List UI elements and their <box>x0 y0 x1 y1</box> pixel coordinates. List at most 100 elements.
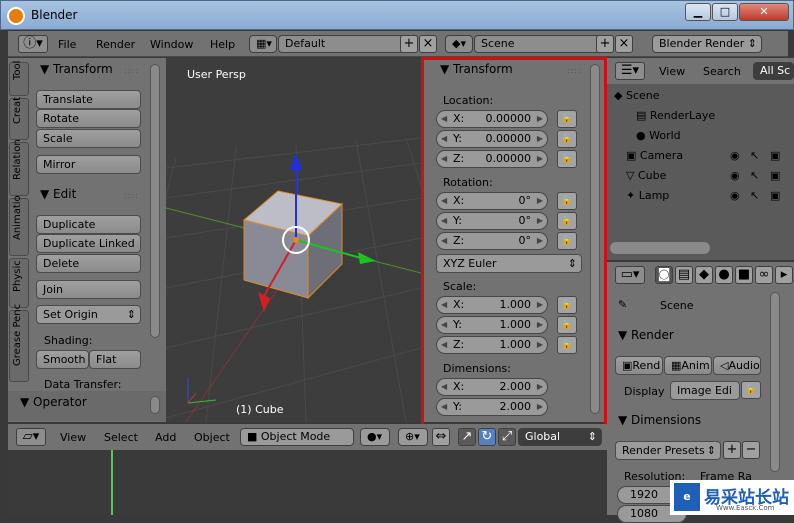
world-tab-icon[interactable]: ● <box>715 266 733 284</box>
outliner-item-camera[interactable]: ▣ Camera <box>626 149 683 162</box>
object-mode-label: Object Mode <box>260 430 331 443</box>
scale-button[interactable]: Scale <box>36 129 141 148</box>
outliner-editor-button[interactable]: ☰▾ <box>615 62 645 80</box>
modifier-tab-icon[interactable]: ▸ <box>775 266 793 284</box>
constraints-tab-icon[interactable]: ∞ <box>755 266 773 284</box>
edit-header-label: Edit <box>53 187 77 201</box>
drag-grip-icon[interactable]: :::: <box>124 66 139 75</box>
render-button[interactable]: ▣Rend <box>615 356 663 375</box>
camera-render-icon[interactable]: ▣ <box>770 149 780 162</box>
operator-panel-header[interactable]: ▼ Operator <box>20 395 87 409</box>
translate-button[interactable]: Translate <box>36 90 141 109</box>
preset-remove-button[interactable]: − <box>742 441 760 459</box>
layout-add-button[interactable]: + <box>400 35 418 53</box>
rotate-button[interactable]: Rotate <box>36 109 141 128</box>
object-tab-icon[interactable]: ■ <box>735 266 753 284</box>
viewport-3d[interactable]: User Persp (1) Cube <box>166 58 421 422</box>
join-button[interactable]: Join <box>36 280 141 299</box>
tab-physics[interactable]: Physic <box>9 258 29 308</box>
delete-button[interactable]: Delete <box>36 254 141 273</box>
orientation-select[interactable]: Global ⇕ <box>518 428 602 446</box>
dimensions-panel-header[interactable]: ▼ Dimensions <box>618 413 701 427</box>
layout-remove-button[interactable]: × <box>419 35 437 53</box>
duplicate-button[interactable]: Duplicate <box>36 215 141 234</box>
edit-panel-header[interactable]: ▼ Edit <box>40 187 76 201</box>
minimize-button[interactable]: ▁ <box>685 3 711 21</box>
duplicate-linked-button[interactable]: Duplicate Linked <box>36 234 141 253</box>
outliner-scrollbar[interactable] <box>610 242 710 254</box>
manipulator-toggle-icon[interactable]: ⇔ <box>432 428 450 446</box>
viewport-label: User Persp <box>187 68 246 81</box>
object-mode-select[interactable]: ■ Object Mode <box>240 428 354 446</box>
close-button[interactable]: ✕ <box>739 3 789 21</box>
render-presets-select[interactable]: Render Presets ⇕ <box>615 441 721 460</box>
tab-animation[interactable]: Animatio <box>9 195 29 256</box>
layout-field[interactable]: Default <box>278 35 406 53</box>
animation-button[interactable]: ▦Anim <box>664 356 712 375</box>
transform-panel-header[interactable]: ▼ Transform <box>40 62 113 76</box>
scene-add-button[interactable]: + <box>596 35 614 53</box>
tab-tool[interactable]: Tool <box>9 61 29 96</box>
outliner-search-menu[interactable]: Search <box>703 65 741 78</box>
operator-scrollbar[interactable] <box>150 396 160 414</box>
outliner-item-scene[interactable]: ◆ Scene <box>614 89 660 102</box>
layout-icon[interactable]: ▦▾ <box>249 35 277 53</box>
properties-scrollbar[interactable] <box>770 292 780 472</box>
menu-render[interactable]: Render <box>96 38 135 51</box>
view3d-select-menu[interactable]: Select <box>104 431 138 444</box>
render-tab-icon[interactable]: ◙ <box>655 266 673 284</box>
flat-button[interactable]: Flat <box>89 350 141 369</box>
cursor-icon[interactable]: ↖ <box>750 189 759 202</box>
scene-icon[interactable]: ◆▾ <box>445 35 473 53</box>
eye-icon[interactable]: ◉ <box>730 169 740 182</box>
outliner-item-cube[interactable]: ▽ Cube <box>626 169 666 182</box>
outliner-view-menu[interactable]: View <box>659 65 685 78</box>
render-engine-select[interactable]: Blender Render ⇕ <box>652 35 762 53</box>
display-select[interactable]: Image Edi <box>670 381 740 400</box>
shading-mode-select[interactable]: ●▾ <box>360 428 390 446</box>
cursor-icon[interactable]: ↖ <box>750 169 759 182</box>
rotate-manipulator-icon[interactable]: ↻ <box>478 428 496 446</box>
outliner-item-world[interactable]: ● World <box>636 129 681 142</box>
view3d-editor-button[interactable]: ▱▾ <box>16 428 46 446</box>
camera-render-icon[interactable]: ▣ <box>770 169 780 182</box>
lock-icon[interactable]: 🔓 <box>741 381 761 399</box>
current-frame-marker[interactable] <box>111 450 113 515</box>
translate-manipulator-icon[interactable]: ↗ <box>458 428 476 446</box>
pin-icon[interactable]: ✎ <box>618 298 627 311</box>
properties-editor-button[interactable]: ▭▾ <box>615 266 645 284</box>
menu-file[interactable]: File <box>58 38 76 51</box>
camera-render-icon[interactable]: ▣ <box>770 189 780 202</box>
view3d-add-menu[interactable]: Add <box>155 431 176 444</box>
maximize-button[interactable]: □ <box>712 3 738 21</box>
tab-grease-pencil[interactable]: Grease Penc <box>9 304 29 382</box>
scene-tab-icon[interactable]: ◆ <box>695 266 713 284</box>
tab-create[interactable]: Creat <box>9 97 29 140</box>
menu-window[interactable]: Window <box>150 38 193 51</box>
layers-tab-icon[interactable]: ▤ <box>675 266 693 284</box>
eye-icon[interactable]: ◉ <box>730 149 740 162</box>
tab-relations[interactable]: Relation <box>9 139 29 196</box>
render-panel-header[interactable]: ▼ Render <box>618 328 674 342</box>
cursor-icon[interactable]: ↖ <box>750 149 759 162</box>
timeline[interactable] <box>8 450 607 515</box>
eye-icon[interactable]: ◉ <box>730 189 740 202</box>
outliner-item-lamp[interactable]: ✦ Lamp <box>626 189 669 202</box>
outliner-item-renderlayer[interactable]: ▤ RenderLaye <box>636 109 715 122</box>
menu-help[interactable]: Help <box>210 38 235 51</box>
scene-field[interactable]: Scene <box>474 35 602 53</box>
audio-button[interactable]: ◁Audio <box>713 356 761 375</box>
preset-add-button[interactable]: + <box>723 441 741 459</box>
outliner-display-select[interactable]: All Sc <box>753 62 794 80</box>
info-editor-button[interactable]: ⓘ▾ <box>18 35 48 53</box>
view3d-view-menu[interactable]: View <box>60 431 86 444</box>
scale-manipulator-icon[interactable]: ⤢ <box>498 428 516 446</box>
pivot-select[interactable]: ⊕▾ <box>398 428 428 446</box>
view3d-object-menu[interactable]: Object <box>194 431 230 444</box>
set-origin-select[interactable]: Set Origin ⇕ <box>36 305 141 324</box>
smooth-button[interactable]: Smooth <box>36 350 89 369</box>
drag-grip-icon[interactable]: :::: <box>124 191 139 200</box>
mirror-button[interactable]: Mirror <box>36 155 141 174</box>
scene-remove-button[interactable]: × <box>615 35 633 53</box>
tool-shelf-scrollbar[interactable] <box>150 64 160 338</box>
